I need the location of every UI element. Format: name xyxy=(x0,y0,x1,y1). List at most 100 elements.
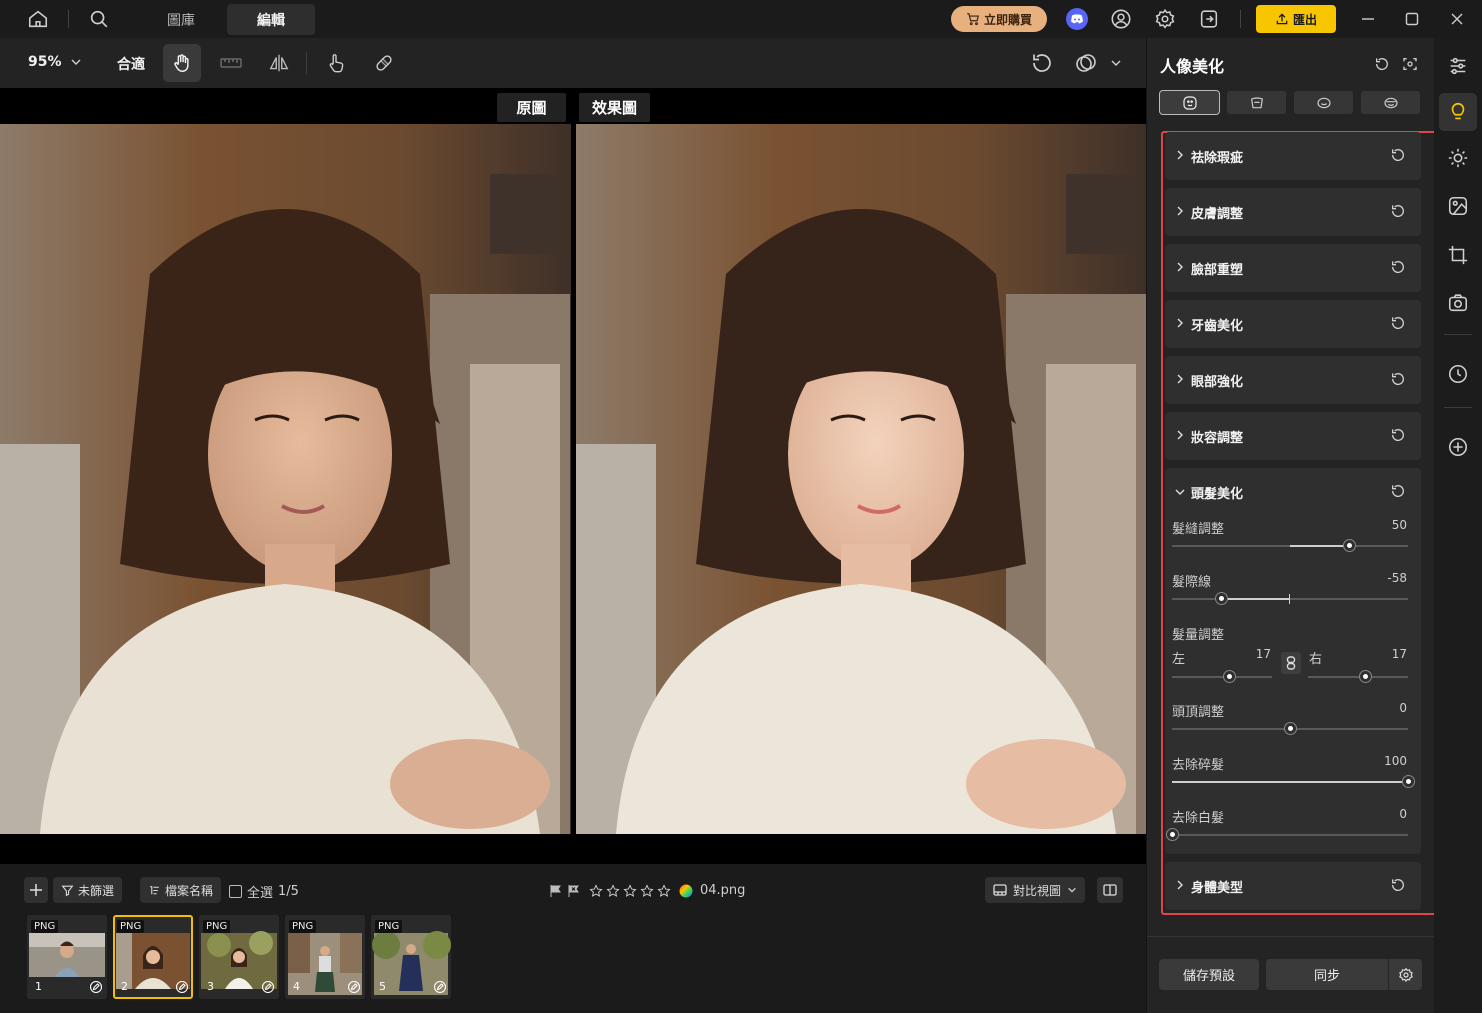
reset-all-icon[interactable] xyxy=(1373,55,1391,73)
slider-knob[interactable] xyxy=(1216,593,1228,604)
section-blemish[interactable]: 祛除瑕疵 xyxy=(1165,132,1421,180)
color-label-icon[interactable] xyxy=(679,884,693,898)
slider-flyaway[interactable] xyxy=(1172,775,1414,789)
tab-face[interactable] xyxy=(1159,90,1220,115)
tab-edit[interactable]: 編輯 xyxy=(227,4,315,35)
slider-label-part: 髮縫調整 xyxy=(1172,522,1225,537)
reset-icon[interactable] xyxy=(1389,314,1407,332)
star-icon[interactable] xyxy=(606,883,620,898)
title-bar: 圖庫 編輯 立即購買 匯出 xyxy=(0,0,1482,38)
brightness-icon[interactable] xyxy=(1444,144,1472,172)
flag-icon[interactable] xyxy=(549,884,563,898)
file-type-badge: PNG xyxy=(375,920,403,933)
fit-button[interactable]: 合適 xyxy=(117,54,145,74)
filter-dropdown[interactable]: 未篩選 xyxy=(53,877,123,903)
star-rating[interactable] xyxy=(589,883,671,898)
ruler-icon[interactable] xyxy=(212,44,250,82)
sync-settings-icon[interactable] xyxy=(1389,959,1422,990)
add-circle-icon[interactable] xyxy=(1444,433,1472,461)
section-makeup[interactable]: 妝容調整 xyxy=(1165,412,1421,460)
flip-icon[interactable] xyxy=(260,44,298,82)
view-mode-dropdown[interactable]: 對比視圖 xyxy=(985,877,1086,903)
section-body-shape[interactable]: 身體美型 xyxy=(1165,862,1421,910)
minimize-icon[interactable] xyxy=(1356,7,1380,31)
portrait-bulb-icon[interactable] xyxy=(1439,93,1477,131)
tab-gallery[interactable]: 圖庫 xyxy=(137,4,225,35)
compare-dropdown[interactable] xyxy=(1070,44,1126,82)
current-filename: 04.png xyxy=(700,883,746,898)
star-icon[interactable] xyxy=(589,883,603,898)
buy-now-button[interactable]: 立即購買 xyxy=(951,6,1047,32)
thumbnail-2[interactable]: PNG 2 xyxy=(113,915,193,999)
reset-icon[interactable] xyxy=(1389,258,1407,276)
camera-icon[interactable] xyxy=(1444,289,1472,317)
reset-icon[interactable] xyxy=(1389,370,1407,388)
eraser-icon[interactable] xyxy=(365,44,403,82)
history-clock-icon[interactable] xyxy=(1444,360,1472,388)
smile-icon xyxy=(1316,97,1331,108)
thumbnail-3[interactable]: PNG 3 xyxy=(199,915,279,999)
add-photo-button[interactable] xyxy=(24,877,48,903)
crop-icon[interactable] xyxy=(1444,241,1472,269)
search-icon[interactable] xyxy=(87,7,111,31)
edit-toolbar: 95% 合適 xyxy=(0,38,1146,88)
chevron-down-icon xyxy=(1110,57,1122,69)
body-icon xyxy=(1250,96,1263,108)
import-icon[interactable] xyxy=(1197,7,1221,31)
discord-icon[interactable] xyxy=(1065,7,1089,31)
slider-crown[interactable] xyxy=(1172,722,1408,736)
section-eyes[interactable]: 眼部強化 xyxy=(1165,356,1421,404)
reset-icon[interactable] xyxy=(1389,146,1407,164)
split-view-button[interactable] xyxy=(1097,877,1123,903)
slider-knob[interactable] xyxy=(1166,829,1178,840)
section-face-reshape[interactable]: 臉部重塑 xyxy=(1165,244,1421,292)
image-edit-icon[interactable] xyxy=(1444,192,1472,220)
select-all-checkbox[interactable]: 全選 1/5 xyxy=(229,882,299,901)
reset-icon[interactable] xyxy=(1389,426,1407,444)
face-detect-icon[interactable] xyxy=(1401,55,1419,73)
slider-knob[interactable] xyxy=(1402,776,1414,787)
slider-knob[interactable] xyxy=(1360,671,1371,682)
tab-body[interactable] xyxy=(1227,91,1286,114)
thumbnail-5[interactable]: PNG 5 xyxy=(371,915,451,999)
section-teeth[interactable]: 牙齒美化 xyxy=(1165,300,1421,348)
reject-flag-icon[interactable] xyxy=(567,884,581,898)
zoom-dropdown[interactable]: 95% xyxy=(28,54,82,70)
chevron-down-icon[interactable] xyxy=(1175,486,1185,498)
close-icon[interactable] xyxy=(1445,7,1469,31)
tab-hair[interactable] xyxy=(1361,91,1420,114)
touch-tool-icon[interactable] xyxy=(317,44,355,82)
settings-gear-icon[interactable] xyxy=(1153,7,1177,31)
section-skin[interactable]: 皮膚調整 xyxy=(1165,188,1421,236)
reset-icon[interactable] xyxy=(1389,876,1407,894)
star-icon[interactable] xyxy=(640,883,654,898)
file-type-badge: PNG xyxy=(289,920,317,933)
link-toggle-icon[interactable] xyxy=(1281,652,1301,674)
star-icon[interactable] xyxy=(623,883,637,898)
volume-right-slider[interactable] xyxy=(1308,670,1408,684)
hand-tool-icon[interactable] xyxy=(163,44,201,82)
slider-hairline[interactable] xyxy=(1172,592,1408,606)
home-icon[interactable] xyxy=(26,7,50,31)
export-button[interactable]: 匯出 xyxy=(1256,5,1336,33)
slider-knob[interactable] xyxy=(1224,671,1235,682)
reset-icon[interactable] xyxy=(1389,202,1407,220)
sort-dropdown[interactable]: 檔案名稱 xyxy=(140,877,222,903)
slider-knob[interactable] xyxy=(1343,540,1355,551)
star-icon[interactable] xyxy=(657,883,671,898)
slider-part[interactable] xyxy=(1172,539,1408,553)
volume-left-slider[interactable] xyxy=(1172,670,1272,684)
slider-grey-hair[interactable] xyxy=(1166,828,1408,842)
account-icon[interactable] xyxy=(1109,7,1133,31)
sync-button[interactable]: 同步 xyxy=(1266,959,1388,990)
thumbnail-1[interactable]: PNG 1 xyxy=(27,915,107,999)
reset-icon[interactable] xyxy=(1389,482,1407,500)
adjust-sliders-icon[interactable] xyxy=(1444,52,1472,80)
slider-knob[interactable] xyxy=(1284,723,1296,734)
section-title: 牙齒美化 xyxy=(1191,319,1244,334)
save-preset-button[interactable]: 儲存預設 xyxy=(1159,959,1259,990)
thumbnail-4[interactable]: PNG 4 xyxy=(285,915,365,999)
maximize-icon[interactable] xyxy=(1400,7,1424,31)
tab-makeup[interactable] xyxy=(1294,91,1353,114)
undo-rotate-icon[interactable] xyxy=(1023,44,1061,82)
